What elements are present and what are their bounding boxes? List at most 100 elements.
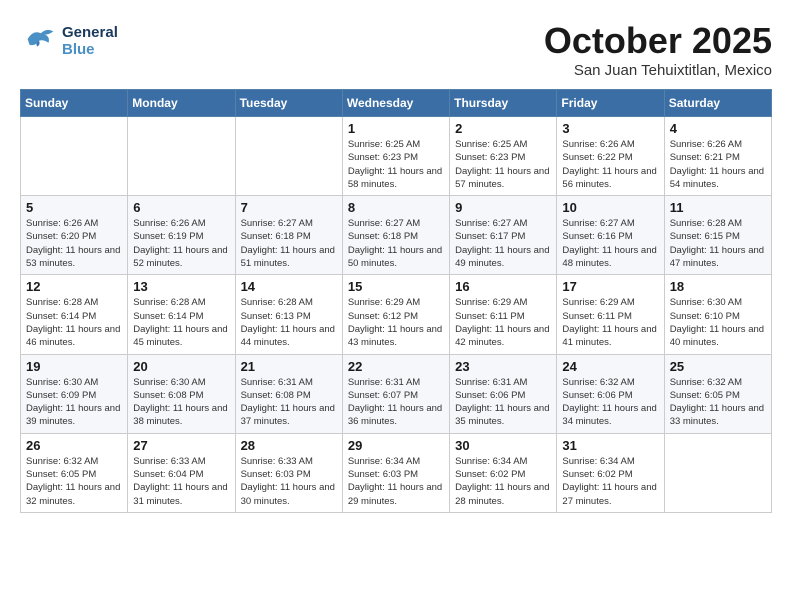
sunset-text: Sunset: 6:02 PM xyxy=(455,469,525,480)
sunrise-text: Sunrise: 6:28 AM xyxy=(670,218,742,229)
sunset-text: Sunset: 6:06 PM xyxy=(455,390,525,401)
header-tuesday: Tuesday xyxy=(235,90,342,117)
day-info: Sunrise: 6:32 AM Sunset: 6:05 PM Dayligh… xyxy=(670,376,766,429)
sunrise-text: Sunrise: 6:31 AM xyxy=(241,377,313,388)
day-number: 29 xyxy=(348,438,444,453)
table-row: 13 Sunrise: 6:28 AM Sunset: 6:14 PM Dayl… xyxy=(128,275,235,354)
table-row: 3 Sunrise: 6:26 AM Sunset: 6:22 PM Dayli… xyxy=(557,117,664,196)
week-row-3: 19 Sunrise: 6:30 AM Sunset: 6:09 PM Dayl… xyxy=(21,354,772,433)
day-number: 16 xyxy=(455,279,551,294)
day-number: 4 xyxy=(670,121,766,136)
header-saturday: Saturday xyxy=(664,90,771,117)
daylight-text: Daylight: 11 hours and 47 minutes. xyxy=(670,245,764,269)
header-wednesday: Wednesday xyxy=(342,90,449,117)
table-row: 14 Sunrise: 6:28 AM Sunset: 6:13 PM Dayl… xyxy=(235,275,342,354)
daylight-text: Daylight: 11 hours and 50 minutes. xyxy=(348,245,442,269)
header-thursday: Thursday xyxy=(450,90,557,117)
table-row: 16 Sunrise: 6:29 AM Sunset: 6:11 PM Dayl… xyxy=(450,275,557,354)
table-row xyxy=(235,117,342,196)
sunrise-text: Sunrise: 6:27 AM xyxy=(348,218,420,229)
header-friday: Friday xyxy=(557,90,664,117)
sunset-text: Sunset: 6:21 PM xyxy=(670,152,740,163)
sunrise-text: Sunrise: 6:27 AM xyxy=(455,218,527,229)
table-row: 9 Sunrise: 6:27 AM Sunset: 6:17 PM Dayli… xyxy=(450,196,557,275)
day-number: 14 xyxy=(241,279,337,294)
daylight-text: Daylight: 11 hours and 34 minutes. xyxy=(562,403,656,427)
table-row: 5 Sunrise: 6:26 AM Sunset: 6:20 PM Dayli… xyxy=(21,196,128,275)
sunset-text: Sunset: 6:09 PM xyxy=(26,390,96,401)
table-row: 30 Sunrise: 6:34 AM Sunset: 6:02 PM Dayl… xyxy=(450,433,557,512)
sunrise-text: Sunrise: 6:32 AM xyxy=(670,377,742,388)
sunrise-text: Sunrise: 6:26 AM xyxy=(133,218,205,229)
week-row-1: 5 Sunrise: 6:26 AM Sunset: 6:20 PM Dayli… xyxy=(21,196,772,275)
sunset-text: Sunset: 6:04 PM xyxy=(133,469,203,480)
sunset-text: Sunset: 6:14 PM xyxy=(133,311,203,322)
header-sunday: Sunday xyxy=(21,90,128,117)
day-number: 11 xyxy=(670,200,766,215)
daylight-text: Daylight: 11 hours and 42 minutes. xyxy=(455,324,549,348)
day-info: Sunrise: 6:33 AM Sunset: 6:04 PM Dayligh… xyxy=(133,455,229,508)
sunset-text: Sunset: 6:18 PM xyxy=(348,231,418,242)
sunset-text: Sunset: 6:10 PM xyxy=(670,311,740,322)
table-row: 27 Sunrise: 6:33 AM Sunset: 6:04 PM Dayl… xyxy=(128,433,235,512)
sunset-text: Sunset: 6:05 PM xyxy=(670,390,740,401)
table-row: 28 Sunrise: 6:33 AM Sunset: 6:03 PM Dayl… xyxy=(235,433,342,512)
table-row: 25 Sunrise: 6:32 AM Sunset: 6:05 PM Dayl… xyxy=(664,354,771,433)
day-info: Sunrise: 6:31 AM Sunset: 6:07 PM Dayligh… xyxy=(348,376,444,429)
day-number: 3 xyxy=(562,121,658,136)
daylight-text: Daylight: 11 hours and 30 minutes. xyxy=(241,482,335,506)
day-info: Sunrise: 6:32 AM Sunset: 6:06 PM Dayligh… xyxy=(562,376,658,429)
day-number: 22 xyxy=(348,359,444,374)
daylight-text: Daylight: 11 hours and 33 minutes. xyxy=(670,403,764,427)
table-row: 20 Sunrise: 6:30 AM Sunset: 6:08 PM Dayl… xyxy=(128,354,235,433)
sunrise-text: Sunrise: 6:34 AM xyxy=(348,456,420,467)
sunset-text: Sunset: 6:13 PM xyxy=(241,311,311,322)
sunrise-text: Sunrise: 6:29 AM xyxy=(455,297,527,308)
table-row: 12 Sunrise: 6:28 AM Sunset: 6:14 PM Dayl… xyxy=(21,275,128,354)
logo: General Blue xyxy=(20,20,118,63)
table-row: 17 Sunrise: 6:29 AM Sunset: 6:11 PM Dayl… xyxy=(557,275,664,354)
sunset-text: Sunset: 6:14 PM xyxy=(26,311,96,322)
daylight-text: Daylight: 11 hours and 46 minutes. xyxy=(26,324,120,348)
day-info: Sunrise: 6:25 AM Sunset: 6:23 PM Dayligh… xyxy=(455,138,551,191)
sunrise-text: Sunrise: 6:28 AM xyxy=(133,297,205,308)
day-number: 9 xyxy=(455,200,551,215)
day-info: Sunrise: 6:31 AM Sunset: 6:06 PM Dayligh… xyxy=(455,376,551,429)
daylight-text: Daylight: 11 hours and 43 minutes. xyxy=(348,324,442,348)
day-info: Sunrise: 6:34 AM Sunset: 6:02 PM Dayligh… xyxy=(562,455,658,508)
sunset-text: Sunset: 6:05 PM xyxy=(26,469,96,480)
day-info: Sunrise: 6:31 AM Sunset: 6:08 PM Dayligh… xyxy=(241,376,337,429)
day-number: 6 xyxy=(133,200,229,215)
daylight-text: Daylight: 11 hours and 44 minutes. xyxy=(241,324,335,348)
sunset-text: Sunset: 6:18 PM xyxy=(241,231,311,242)
sunset-text: Sunset: 6:07 PM xyxy=(348,390,418,401)
sunset-text: Sunset: 6:23 PM xyxy=(348,152,418,163)
day-info: Sunrise: 6:29 AM Sunset: 6:12 PM Dayligh… xyxy=(348,296,444,349)
week-row-2: 12 Sunrise: 6:28 AM Sunset: 6:14 PM Dayl… xyxy=(21,275,772,354)
day-number: 2 xyxy=(455,121,551,136)
day-number: 10 xyxy=(562,200,658,215)
table-row: 11 Sunrise: 6:28 AM Sunset: 6:15 PM Dayl… xyxy=(664,196,771,275)
sunset-text: Sunset: 6:06 PM xyxy=(562,390,632,401)
daylight-text: Daylight: 11 hours and 58 minutes. xyxy=(348,166,442,190)
sunrise-text: Sunrise: 6:30 AM xyxy=(26,377,98,388)
table-row: 1 Sunrise: 6:25 AM Sunset: 6:23 PM Dayli… xyxy=(342,117,449,196)
sunrise-text: Sunrise: 6:25 AM xyxy=(455,139,527,150)
sunrise-text: Sunrise: 6:30 AM xyxy=(133,377,205,388)
day-number: 18 xyxy=(670,279,766,294)
table-row: 7 Sunrise: 6:27 AM Sunset: 6:18 PM Dayli… xyxy=(235,196,342,275)
day-number: 31 xyxy=(562,438,658,453)
sunset-text: Sunset: 6:20 PM xyxy=(26,231,96,242)
table-row: 29 Sunrise: 6:34 AM Sunset: 6:03 PM Dayl… xyxy=(342,433,449,512)
day-info: Sunrise: 6:27 AM Sunset: 6:17 PM Dayligh… xyxy=(455,217,551,270)
sunset-text: Sunset: 6:22 PM xyxy=(562,152,632,163)
daylight-text: Daylight: 11 hours and 39 minutes. xyxy=(26,403,120,427)
daylight-text: Daylight: 11 hours and 51 minutes. xyxy=(241,245,335,269)
sunset-text: Sunset: 6:02 PM xyxy=(562,469,632,480)
table-row: 22 Sunrise: 6:31 AM Sunset: 6:07 PM Dayl… xyxy=(342,354,449,433)
day-info: Sunrise: 6:29 AM Sunset: 6:11 PM Dayligh… xyxy=(562,296,658,349)
day-number: 20 xyxy=(133,359,229,374)
daylight-text: Daylight: 11 hours and 37 minutes. xyxy=(241,403,335,427)
day-number: 27 xyxy=(133,438,229,453)
sunset-text: Sunset: 6:03 PM xyxy=(348,469,418,480)
